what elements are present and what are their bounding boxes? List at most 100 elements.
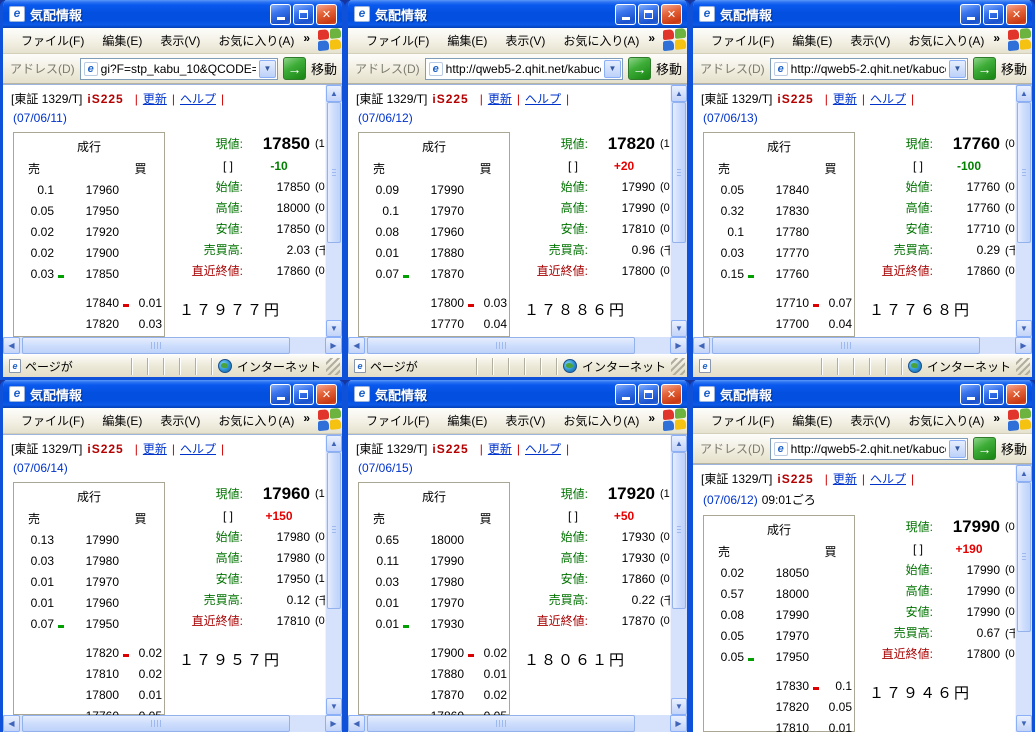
title-bar[interactable]: e 気配情報 ✕ — [693, 380, 1032, 408]
menu-edit[interactable]: 編集(E) — [93, 28, 151, 53]
toolbar-overflow-chevron[interactable]: » — [993, 31, 1008, 51]
close-button[interactable]: ✕ — [1006, 384, 1027, 405]
close-button[interactable]: ✕ — [316, 384, 337, 405]
title-bar[interactable]: e 気配情報 ✕ — [3, 380, 342, 408]
menu-file[interactable]: ファイル(F) — [357, 28, 438, 53]
refresh-link[interactable]: 更新 — [833, 90, 857, 107]
refresh-link[interactable]: 更新 — [143, 90, 167, 107]
go-button[interactable]: → — [973, 437, 996, 460]
maximize-button[interactable] — [983, 384, 1004, 405]
maximize-button[interactable] — [638, 4, 659, 25]
menu-file[interactable]: ファイル(F) — [12, 28, 93, 53]
address-input[interactable] — [446, 62, 601, 76]
menu-view[interactable]: 表示(V) — [496, 408, 554, 433]
vertical-scrollbar[interactable]: ▲ ▼ — [325, 85, 342, 337]
scroll-left-button[interactable]: ◀ — [348, 337, 365, 354]
close-button[interactable]: ✕ — [316, 4, 337, 25]
scroll-left-button[interactable]: ◀ — [3, 337, 20, 354]
menu-edit[interactable]: 編集(E) — [438, 408, 496, 433]
vertical-scrollbar[interactable]: ▲ ▼ — [1015, 85, 1032, 337]
minimize-button[interactable] — [960, 384, 981, 405]
title-bar[interactable]: e 気配情報 ✕ — [348, 380, 687, 408]
refresh-link[interactable]: 更新 — [143, 440, 167, 457]
horizontal-scroll-thumb[interactable] — [712, 337, 980, 354]
help-link[interactable]: ヘルプ — [870, 90, 906, 107]
horizontal-scrollbar[interactable]: ◀ ▶ — [693, 337, 1032, 354]
menu-file[interactable]: ファイル(F) — [702, 28, 783, 53]
horizontal-scroll-track[interactable] — [710, 337, 1015, 354]
menu-favorites[interactable]: お気に入り(A) — [209, 408, 303, 433]
toolbar-overflow-chevron[interactable]: » — [648, 31, 663, 51]
address-input[interactable] — [791, 62, 946, 76]
help-link[interactable]: ヘルプ — [180, 90, 216, 107]
scroll-left-button[interactable]: ◀ — [693, 337, 710, 354]
title-bar[interactable]: e 気配情報 ✕ — [693, 0, 1032, 28]
horizontal-scrollbar[interactable]: ◀ ▶ — [3, 715, 342, 732]
menu-favorites[interactable]: お気に入り(A) — [554, 28, 648, 53]
title-bar[interactable]: e 気配情報 ✕ — [3, 0, 342, 28]
menu-view[interactable]: 表示(V) — [841, 28, 899, 53]
vertical-scrollbar[interactable]: ▲ ▼ — [670, 435, 687, 715]
menu-view[interactable]: 表示(V) — [151, 408, 209, 433]
vertical-scroll-thumb[interactable] — [1017, 102, 1031, 243]
horizontal-scroll-thumb[interactable] — [367, 337, 635, 354]
minimize-button[interactable] — [615, 4, 636, 25]
address-dropdown-button[interactable]: ▼ — [949, 440, 966, 458]
refresh-link[interactable]: 更新 — [488, 440, 512, 457]
vertical-scrollbar[interactable]: ▲ ▼ — [670, 85, 687, 337]
maximize-button[interactable] — [293, 4, 314, 25]
go-button[interactable]: → — [628, 57, 651, 80]
toolbar-overflow-chevron[interactable]: » — [993, 411, 1008, 431]
maximize-button[interactable] — [983, 4, 1004, 25]
horizontal-scroll-track[interactable] — [365, 337, 670, 354]
menu-file[interactable]: ファイル(F) — [702, 408, 783, 433]
scroll-up-button[interactable]: ▲ — [326, 435, 342, 452]
go-button[interactable]: → — [973, 57, 996, 80]
horizontal-scroll-thumb[interactable] — [367, 715, 635, 732]
horizontal-scrollbar[interactable]: ◀ ▶ — [3, 337, 342, 354]
close-button[interactable]: ✕ — [1006, 4, 1027, 25]
menu-edit[interactable]: 編集(E) — [438, 28, 496, 53]
menu-favorites[interactable]: お気に入り(A) — [209, 28, 303, 53]
horizontal-scroll-track[interactable] — [20, 337, 325, 354]
minimize-button[interactable] — [270, 4, 291, 25]
scroll-down-button[interactable]: ▼ — [1016, 320, 1032, 337]
horizontal-scroll-thumb[interactable] — [22, 337, 290, 354]
scroll-right-button[interactable]: ▶ — [670, 715, 687, 732]
menu-edit[interactable]: 編集(E) — [783, 408, 841, 433]
scroll-right-button[interactable]: ▶ — [1015, 337, 1032, 354]
menu-view[interactable]: 表示(V) — [496, 28, 554, 53]
vertical-scrollbar[interactable]: ▲ ▼ — [1015, 465, 1032, 732]
toolbar-overflow-chevron[interactable]: » — [303, 31, 318, 51]
scroll-up-button[interactable]: ▲ — [671, 435, 687, 452]
help-link[interactable]: ヘルプ — [525, 90, 561, 107]
help-link[interactable]: ヘルプ — [180, 440, 216, 457]
address-dropdown-button[interactable]: ▼ — [259, 60, 276, 78]
maximize-button[interactable] — [293, 384, 314, 405]
menu-edit[interactable]: 編集(E) — [783, 28, 841, 53]
scroll-up-button[interactable]: ▲ — [326, 85, 342, 102]
scroll-up-button[interactable]: ▲ — [1016, 85, 1032, 102]
scroll-down-button[interactable]: ▼ — [326, 698, 342, 715]
horizontal-scrollbar[interactable]: ◀ ▶ — [348, 337, 687, 354]
menu-favorites[interactable]: お気に入り(A) — [554, 408, 648, 433]
title-bar[interactable]: e 気配情報 ✕ — [348, 0, 687, 28]
maximize-button[interactable] — [638, 384, 659, 405]
toolbar-overflow-chevron[interactable]: » — [303, 411, 318, 431]
menu-view[interactable]: 表示(V) — [841, 408, 899, 433]
vertical-scrollbar[interactable]: ▲ ▼ — [325, 435, 342, 715]
minimize-button[interactable] — [615, 384, 636, 405]
toolbar-overflow-chevron[interactable]: » — [648, 411, 663, 431]
scroll-up-button[interactable]: ▲ — [671, 85, 687, 102]
scroll-right-button[interactable]: ▶ — [670, 337, 687, 354]
resize-grip[interactable] — [671, 358, 685, 375]
menu-view[interactable]: 表示(V) — [151, 28, 209, 53]
horizontal-scroll-track[interactable] — [20, 715, 325, 732]
vertical-scroll-thumb[interactable] — [327, 452, 341, 609]
vertical-scroll-thumb[interactable] — [1017, 482, 1031, 632]
horizontal-scroll-thumb[interactable] — [22, 715, 290, 732]
menu-favorites[interactable]: お気に入り(A) — [899, 28, 993, 53]
help-link[interactable]: ヘルプ — [870, 470, 906, 487]
scroll-up-button[interactable]: ▲ — [1016, 465, 1032, 482]
vertical-scroll-thumb[interactable] — [327, 102, 341, 243]
